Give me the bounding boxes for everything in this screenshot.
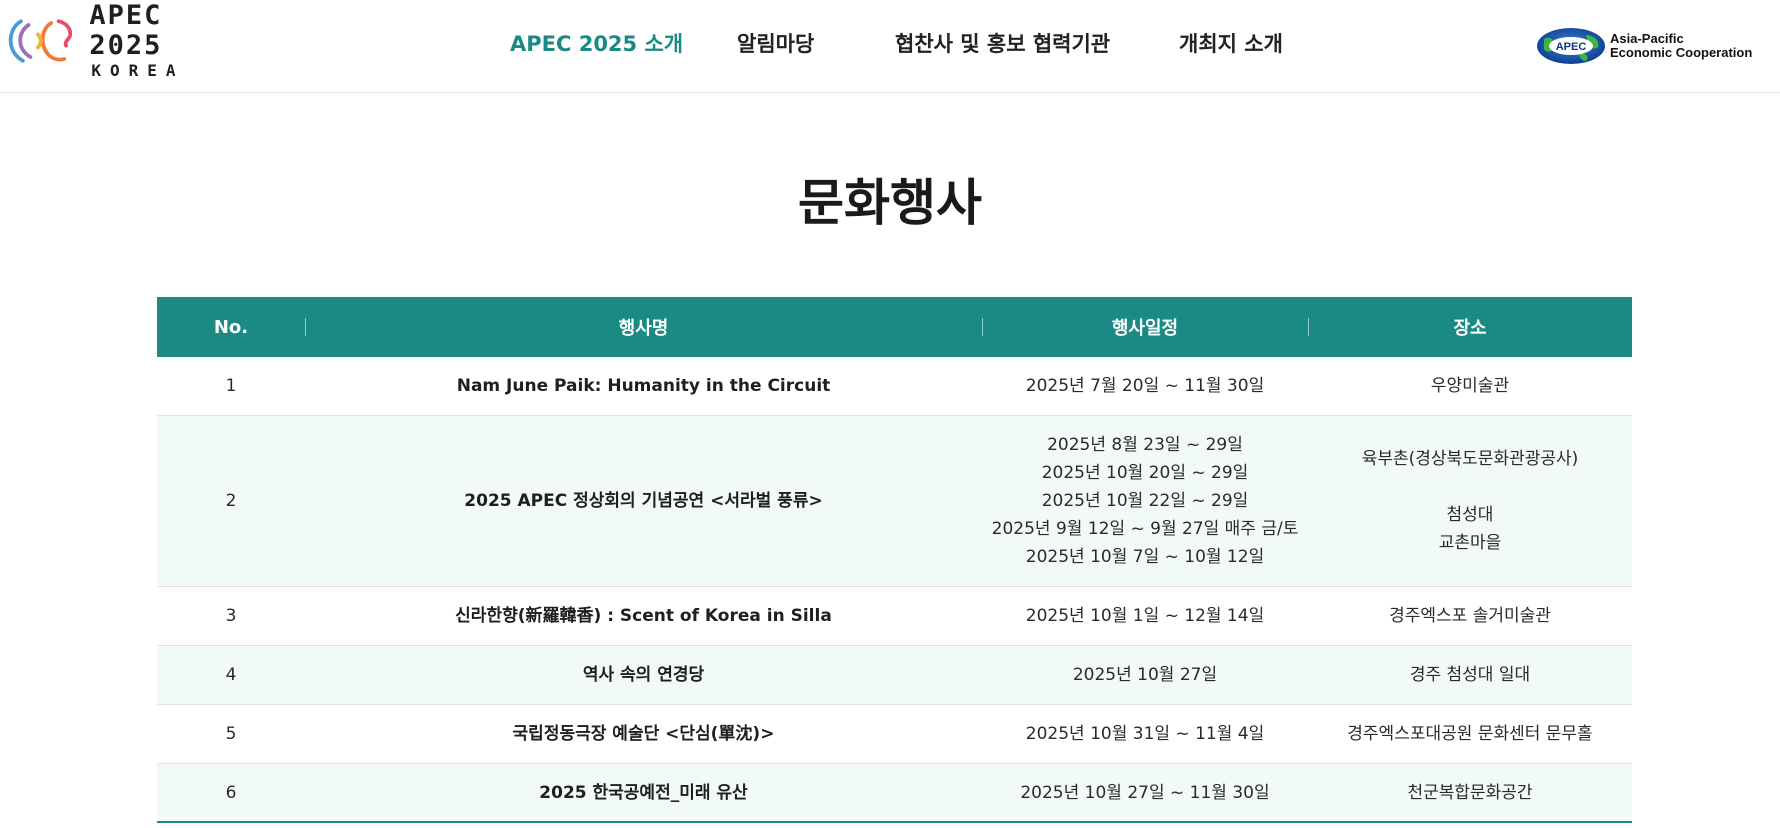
cell-event-name: 2025 한국공예전_미래 유산	[539, 782, 748, 803]
nav-item-sponsors[interactable]: 협찬사 및 홍보 협력기관	[895, 30, 1110, 58]
cell-event-name: 국립정동극장 예술단 <단심(單沈)>	[512, 724, 775, 744]
cell-venue: 경주엑스포대공원 문화센터 문무홀	[1347, 724, 1593, 744]
cell-event-name: 신라한향(新羅韓香) : Scent of Korea in Silla	[455, 606, 832, 626]
cell-venue: 천군복합문화공간	[1407, 782, 1533, 803]
cell-no: 6	[225, 782, 237, 803]
cell-no: 4	[225, 665, 237, 685]
cell-no: 5	[225, 724, 237, 744]
cell-schedule: 2025년 7월 20일 ~ 11월 30일	[1025, 376, 1265, 396]
nav-item-venue-intro[interactable]: 개최지 소개	[1179, 30, 1283, 58]
table-row: 6 2025 한국공예전_미래 유산 2025년 10월 27일 ~ 11월 3…	[157, 764, 1632, 823]
cell-no: 2	[225, 491, 237, 511]
logo-title: APEC 2025	[89, 0, 163, 61]
table-row: 4 역사 속의 연경당 2025년 10월 27일 경주 첨성대 일대	[157, 646, 1632, 705]
cell-event-name: 역사 속의 연경당	[582, 665, 705, 685]
nav-item-notices[interactable]: 알림마당	[737, 30, 814, 58]
page-title: 문화행사	[798, 174, 982, 232]
cell-venue: 경주엑스포 솔거미술관	[1389, 606, 1551, 626]
cultural-events-table: No. 행사명 행사일정 장소 1 Nam June Paik: Humanit…	[157, 297, 1632, 823]
cell-event-name: 2025 APEC 정상회의 기념공연 <서라벌 풍류>	[464, 491, 823, 511]
cell-no: 1	[225, 376, 237, 396]
column-header-schedule: 행사일정	[982, 297, 1308, 357]
column-header-venue: 장소	[1308, 297, 1632, 357]
cell-schedule: 2025년 10월 1일 ~ 12월 14일	[1025, 606, 1265, 626]
cell-schedule: 2025년 8월 23일 ~ 29일 2025년 10월 20일 ~ 29일 2…	[991, 435, 1299, 567]
column-header-event-name: 행사명	[305, 297, 982, 357]
cell-no: 3	[225, 606, 237, 626]
faces-logo-icon	[8, 19, 73, 63]
table-row: 3 신라한향(新羅韓香) : Scent of Korea in Silla 2…	[157, 587, 1632, 646]
apec-globe-icon: APEC	[1537, 28, 1605, 64]
cell-venue: 육부촌(경상북도문화관광공사) 첨성대 교촌마을	[1361, 449, 1579, 553]
cell-event-name: Nam June Paik: Humanity in the Circuit	[456, 376, 831, 396]
table-row: 1 Nam June Paik: Humanity in the Circuit…	[157, 357, 1632, 416]
svg-text:APEC: APEC	[1556, 41, 1587, 53]
logo-subtitle: KOREA	[91, 61, 185, 80]
nav-item-apec-2025-intro[interactable]: APEC 2025 소개	[510, 30, 683, 58]
apec-organization-logo[interactable]: APEC Asia-Pacific Economic Cooperation	[1536, 26, 1772, 66]
apec-logo-line2: Economic Cooperation	[1610, 45, 1753, 60]
apec-logo-line1: Asia-Pacific	[1610, 31, 1684, 46]
table-header: No. 행사명 행사일정 장소	[157, 297, 1632, 357]
site-header: APEC 2025 KOREA APEC 2025 소개 알림마당 협찬사 및 …	[0, 0, 1780, 93]
table-row: 2 2025 APEC 정상회의 기념공연 <서라벌 풍류> 2025년 8월 …	[157, 416, 1632, 587]
cell-venue: 경주 첨성대 일대	[1409, 665, 1531, 685]
cell-schedule: 2025년 10월 27일	[1072, 665, 1218, 685]
main-nav: APEC 2025 소개 알림마당 협찬사 및 홍보 협력기관 개최지 소개	[0, 0, 1780, 92]
column-header-no: No.	[213, 316, 249, 338]
cell-schedule: 2025년 10월 27일 ~ 11월 30일	[1020, 782, 1270, 803]
cell-schedule: 2025년 10월 31일 ~ 11월 4일	[1025, 724, 1265, 744]
cell-venue: 우양미술관	[1430, 376, 1510, 396]
table-row: 5 국립정동극장 예술단 <단심(單沈)> 2025년 10월 31일 ~ 11…	[157, 705, 1632, 764]
apec-2025-korea-logo[interactable]: APEC 2025 KOREA	[4, 1, 244, 80]
